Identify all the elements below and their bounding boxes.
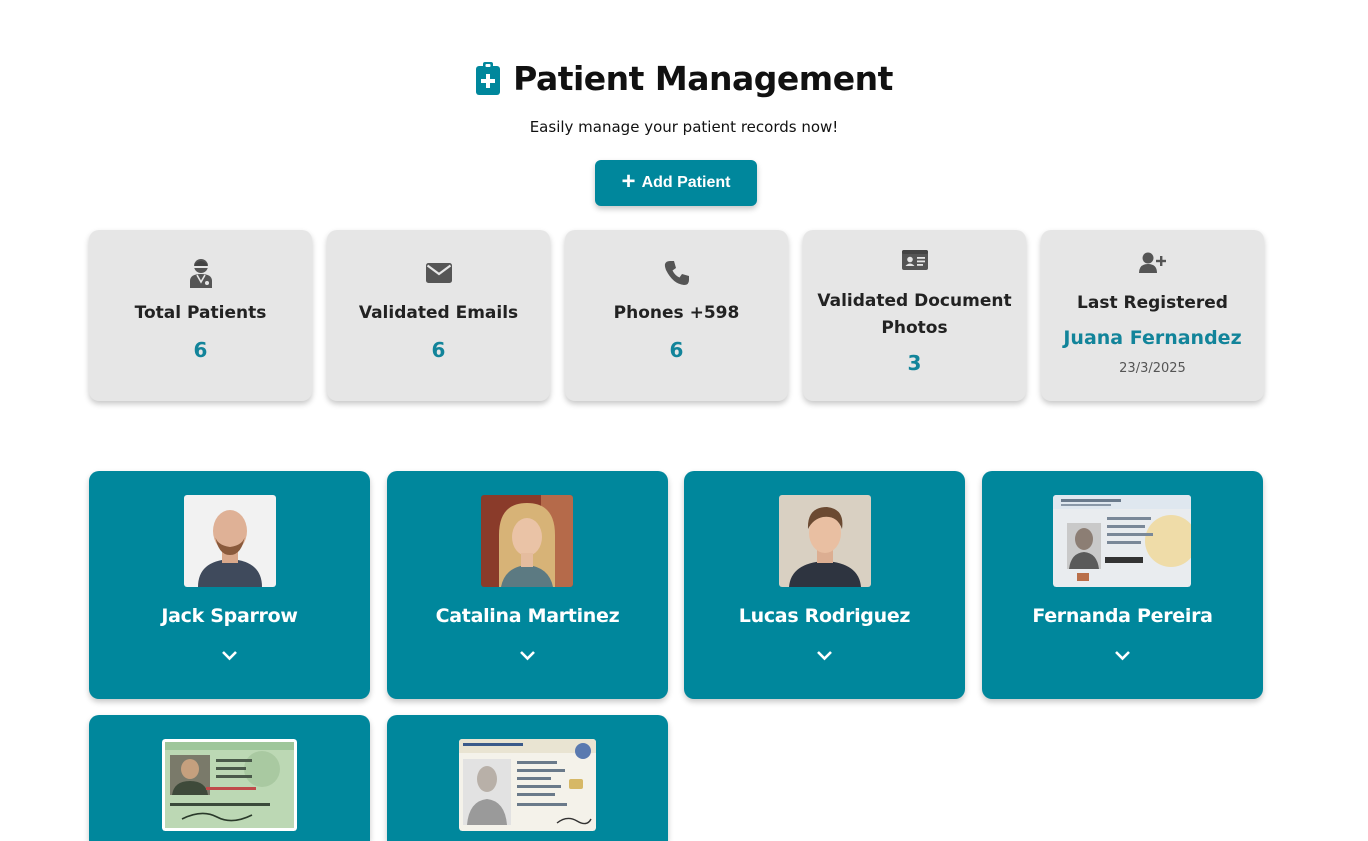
chevron-down-icon[interactable] (1114, 650, 1131, 661)
patient-name: Catalina Martinez (435, 605, 620, 627)
user-doctor-icon (89, 258, 312, 288)
patient-card[interactable]: Catalina Martinez (387, 471, 668, 699)
page-subtitle: Easily manage your patient records now! (529, 118, 839, 136)
stat-value: 3 (907, 351, 922, 375)
stat-card-total-patients: Total Patients 6 (89, 230, 312, 401)
stat-label: Phones +598 (613, 303, 740, 323)
add-patient-button[interactable]: + Add Patient (595, 160, 757, 206)
stat-label: Validated Emails (358, 303, 519, 323)
patient-card[interactable]: Lucas Rodriguez (684, 471, 965, 699)
patient-card[interactable] (89, 715, 370, 841)
page-title: Patient Management (513, 58, 893, 98)
chevron-down-icon[interactable] (816, 650, 833, 661)
user-plus-icon (1041, 252, 1264, 274)
chevron-down-icon[interactable] (221, 650, 238, 661)
patient-name: Lucas Rodriguez (738, 605, 911, 627)
patient-name: Jack Sparrow (161, 605, 298, 627)
patient-photo (459, 739, 596, 831)
stat-card-last-registered: Last Registered Juana Fernandez 23/3/202… (1041, 230, 1264, 401)
last-registered-name: Juana Fernandez (1063, 327, 1242, 349)
stat-card-validated-emails: Validated Emails 6 (327, 230, 550, 401)
stat-label: Validated Document Photos (817, 291, 1012, 338)
patient-photo (162, 739, 297, 831)
patient-card[interactable]: Jack Sparrow (89, 471, 370, 699)
envelope-icon (327, 263, 550, 283)
stat-value: 6 (669, 338, 684, 362)
stat-value: 6 (431, 338, 446, 362)
stat-label: Last Registered (1077, 293, 1228, 313)
title-row: Patient Management (0, 56, 1368, 100)
patient-name: Fernanda Pereira (1032, 605, 1213, 627)
patient-card[interactable]: Fernanda Pereira (982, 471, 1263, 699)
chevron-down-icon[interactable] (519, 650, 536, 661)
stat-card-phones: Phones +598 6 (565, 230, 788, 401)
page-header: Patient Management Easily manage your pa… (0, 56, 1368, 136)
patient-card[interactable] (387, 715, 668, 841)
patient-photo (184, 495, 276, 587)
stat-label: Total Patients (134, 303, 267, 323)
clipboard-medical-icon (476, 62, 501, 95)
phone-icon (565, 260, 788, 286)
patient-photo (1053, 495, 1191, 587)
patient-photo (481, 495, 573, 587)
add-patient-label: Add Patient (641, 174, 731, 191)
plus-icon: + (621, 167, 636, 195)
stat-value: 6 (193, 338, 208, 362)
last-registered-date: 23/3/2025 (1119, 361, 1186, 376)
stat-card-validated-document-photos: Validated Document Photos 3 (803, 230, 1026, 401)
id-card-icon (803, 250, 1026, 270)
patient-photo (779, 495, 871, 587)
